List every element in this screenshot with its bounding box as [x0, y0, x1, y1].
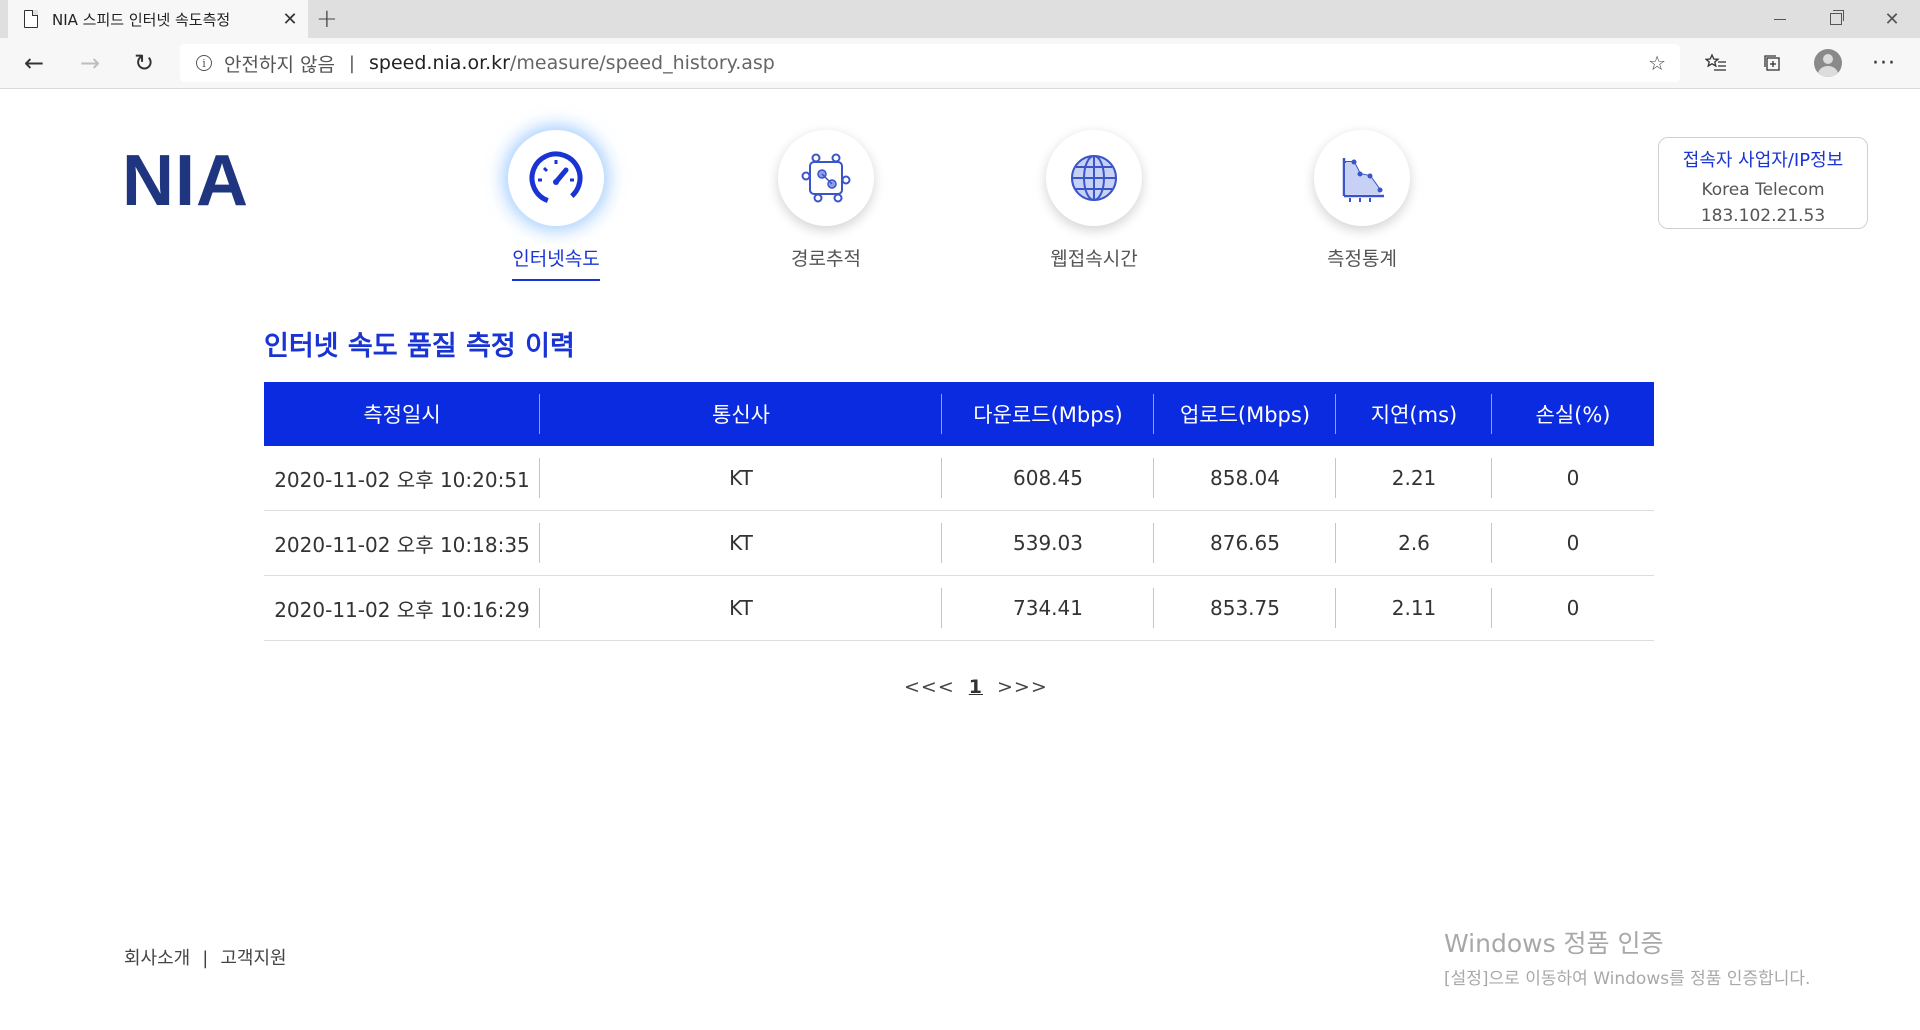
- menu-route-trace[interactable]: 경로추적: [756, 130, 896, 271]
- menu-circle: [778, 130, 874, 226]
- footer: 회사소개 | 고객지원: [124, 944, 287, 970]
- profile-avatar[interactable]: [1806, 38, 1850, 88]
- cell-carrier: KT: [540, 446, 942, 511]
- minimize-icon: [1774, 18, 1786, 20]
- url-path: /measure/speed_history.asp: [510, 52, 775, 74]
- menu-label: 웹접속시간: [1050, 248, 1138, 270]
- restore-button[interactable]: [1808, 0, 1864, 38]
- back-arrow-icon[interactable]: ←: [10, 38, 58, 88]
- speed-history-table: 측정일시 통신사 다운로드(Mbps) 업로드(Mbps) 지연(ms) 손실(…: [264, 382, 1654, 641]
- browser-tab-bar: NIA 스피드 인터넷 속도측정 ✕ + ✕: [0, 0, 1920, 38]
- column-header-download: 다운로드(Mbps): [942, 382, 1154, 446]
- cell-download: 539.03: [942, 510, 1154, 576]
- minimize-button[interactable]: [1752, 0, 1808, 38]
- page-title: 인터넷 속도 품질 측정 이력: [264, 331, 575, 362]
- statistics-icon: [1342, 158, 1384, 202]
- nia-logo[interactable]: NIA: [122, 140, 249, 222]
- table-row: 2020-11-02 오후 10:16:29 KT 734.41 853.75 …: [264, 575, 1654, 641]
- table-row: 2020-11-02 오후 10:18:35 KT 539.03 876.65 …: [264, 510, 1654, 576]
- isp-ip-address: 183.102.21.53: [1700, 206, 1826, 226]
- windows-activation-watermark: Windows 정품 인증 [설정]으로 이동하여 Windows를 정품 인증…: [1444, 924, 1810, 989]
- column-header-datetime: 측정일시: [264, 382, 540, 446]
- cell-datetime: 2020-11-02 오후 10:18:35: [264, 510, 540, 576]
- cell-download: 734.41: [942, 575, 1154, 641]
- page-icon: [24, 10, 38, 28]
- menu-circle: [508, 130, 604, 226]
- collections-icon[interactable]: [1750, 38, 1794, 88]
- cell-latency: 2.11: [1336, 575, 1492, 641]
- reload-icon[interactable]: ↻: [120, 38, 168, 88]
- menu-internet-speed[interactable]: 인터넷속도: [486, 130, 626, 281]
- column-header-upload: 업로드(Mbps): [1154, 382, 1336, 446]
- cell-carrier: KT: [540, 575, 942, 641]
- address-bar[interactable]: i 안전하지 않음 | speed.nia.or.kr/measure/spee…: [180, 44, 1680, 82]
- column-header-latency: 지연(ms): [1336, 382, 1492, 446]
- active-underline: [512, 279, 600, 281]
- menu-statistics[interactable]: 측정통계: [1292, 130, 1432, 271]
- cell-loss: 0: [1492, 575, 1654, 641]
- table-header-row: 측정일시 통신사 다운로드(Mbps) 업로드(Mbps) 지연(ms) 손실(…: [264, 382, 1654, 446]
- speedometer-icon: [529, 151, 583, 205]
- menu-label: 측정통계: [1327, 248, 1397, 270]
- cell-latency: 2.21: [1336, 446, 1492, 511]
- watermark-title: Windows 정품 인증: [1444, 929, 1664, 958]
- route-trace-icon: [801, 153, 851, 203]
- tab-close-icon[interactable]: ✕: [272, 9, 308, 30]
- favorites-icon[interactable]: [1694, 38, 1738, 88]
- footer-separator: |: [202, 948, 209, 969]
- cell-upload: 853.75: [1154, 575, 1336, 641]
- column-header-carrier: 통신사: [540, 382, 942, 446]
- watermark-subtitle: [설정]으로 이동하여 Windows를 정품 인증합니다.: [1444, 969, 1811, 989]
- browser-tab[interactable]: NIA 스피드 인터넷 속도측정 ✕: [8, 0, 308, 38]
- menu-label: 인터넷속도: [512, 248, 600, 270]
- cell-upload: 858.04: [1154, 446, 1336, 511]
- tab-title: NIA 스피드 인터넷 속도측정: [52, 10, 231, 29]
- info-icon[interactable]: i: [196, 55, 212, 71]
- footer-link-support[interactable]: 고객지원: [220, 948, 286, 969]
- menu-circle: [1046, 130, 1142, 226]
- cell-download: 608.45: [942, 446, 1154, 511]
- menu-label: 경로추적: [791, 248, 861, 270]
- pagination: <<< 1 >>>: [904, 676, 1048, 698]
- close-window-button[interactable]: ✕: [1864, 0, 1920, 38]
- star-icon[interactable]: ☆: [1648, 51, 1666, 75]
- footer-link-about[interactable]: 회사소개: [124, 948, 190, 969]
- more-menu-icon[interactable]: ···: [1862, 38, 1906, 88]
- cell-datetime: 2020-11-02 오후 10:20:51: [264, 446, 540, 511]
- menu-circle: [1314, 130, 1410, 226]
- cell-datetime: 2020-11-02 오후 10:16:29: [264, 575, 540, 641]
- isp-info-title: 접속자 사업자/IP정보: [1682, 150, 1844, 171]
- pager-prev[interactable]: <<<: [904, 676, 955, 698]
- menu-web-access-time[interactable]: 웹접속시간: [1024, 130, 1164, 271]
- globe-icon: [1071, 155, 1117, 201]
- url-host: speed.nia.or.kr: [369, 52, 510, 74]
- new-tab-icon[interactable]: +: [316, 4, 338, 34]
- isp-provider: Korea Telecom: [1701, 180, 1825, 200]
- cell-upload: 876.65: [1154, 510, 1336, 576]
- pager-next[interactable]: >>>: [997, 676, 1048, 698]
- cell-loss: 0: [1492, 446, 1654, 511]
- cell-loss: 0: [1492, 510, 1654, 576]
- address-separator: |: [348, 52, 355, 74]
- forward-arrow-icon[interactable]: →: [66, 38, 114, 88]
- cell-carrier: KT: [540, 510, 942, 576]
- browser-toolbar: ← → ↻ i 안전하지 않음 | speed.nia.or.kr/measur…: [0, 38, 1920, 89]
- table-row: 2020-11-02 오후 10:20:51 KT 608.45 858.04 …: [264, 446, 1654, 511]
- cell-latency: 2.6: [1336, 510, 1492, 576]
- column-header-loss: 손실(%): [1492, 382, 1654, 446]
- security-label: 안전하지 않음: [224, 53, 335, 76]
- isp-info-box: 접속자 사업자/IP정보 Korea Telecom 183.102.21.53: [1658, 137, 1868, 229]
- pager-page-1[interactable]: 1: [969, 676, 983, 698]
- restore-icon: [1830, 10, 1844, 25]
